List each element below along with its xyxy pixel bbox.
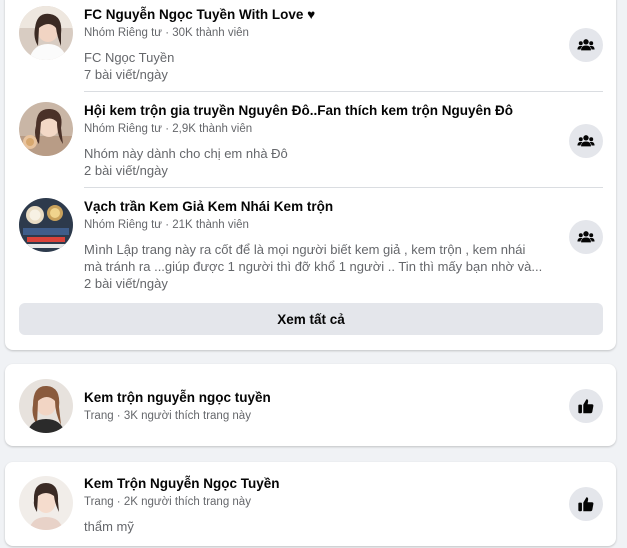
- group-avatar[interactable]: [19, 102, 73, 156]
- groups-results-card: FC Nguyễn Ngọc Tuyền With Love ♥ Nhóm Ri…: [5, 0, 616, 350]
- page-avatar[interactable]: [19, 379, 73, 433]
- divider: [84, 187, 603, 188]
- group-post-rate: 7 bài viết/ngày: [84, 67, 168, 82]
- group-description-line-1: Mình Lập trang này ra cốt để là mọi ngườ…: [84, 242, 526, 257]
- page-result-card: Kem trộn nguyễn ngọc tuyền Trang · 3K ng…: [5, 364, 616, 446]
- page-meta: Trang · 3K người thích trang này: [84, 410, 251, 422]
- divider: [84, 91, 603, 92]
- group-title[interactable]: FC Nguyễn Ngọc Tuyền With Love ♥: [84, 7, 315, 22]
- group-avatar[interactable]: [19, 198, 73, 252]
- group-title[interactable]: Vạch trần Kem Giả Kem Nhái Kem trộn: [84, 199, 333, 214]
- group-meta: Nhóm Riêng tư · 21K thành viên: [84, 219, 249, 231]
- group-result-item[interactable]: FC Nguyễn Ngọc Tuyền With Love ♥ Nhóm Ri…: [19, 0, 603, 84]
- group-meta: Nhóm Riêng tư · 2,9K thành viên: [84, 123, 253, 135]
- page-title[interactable]: Kem trộn nguyễn ngọc tuyền: [84, 390, 271, 405]
- thumbs-up-icon: [578, 399, 594, 414]
- group-title[interactable]: Hội kem trộn gia truyền Nguyên Đô..Fan t…: [84, 103, 513, 118]
- like-page-button[interactable]: [569, 389, 603, 423]
- join-group-button[interactable]: [569, 28, 603, 62]
- group-avatar[interactable]: [19, 6, 73, 60]
- page-result-item[interactable]: Kem Trộn Nguyễn Ngọc Tuyền Trang · 2K ng…: [19, 474, 603, 538]
- group-description: Nhóm này dành cho chị em nhà Đô: [84, 146, 288, 161]
- page-category: thẩm mỹ: [84, 519, 134, 534]
- see-all-button[interactable]: Xem tất cả: [19, 303, 603, 335]
- group-icon: [577, 135, 595, 147]
- group-description: FC Ngọc Tuyền: [84, 50, 175, 65]
- like-page-button[interactable]: [569, 487, 603, 521]
- join-group-button[interactable]: [569, 124, 603, 158]
- group-meta: Nhóm Riêng tư · 30K thành viên: [84, 27, 249, 39]
- group-result-item[interactable]: Hội kem trộn gia truyền Nguyên Đô..Fan t…: [19, 96, 603, 186]
- group-post-rate: 2 bài viết/ngày: [84, 163, 168, 178]
- page-result-item[interactable]: Kem trộn nguyễn ngọc tuyền Trang · 3K ng…: [19, 378, 603, 434]
- group-description-line-2: mà tránh ra ...giúp được 1 người thì đỡ …: [84, 259, 543, 274]
- group-icon: [577, 231, 595, 243]
- page-result-card: Kem Trộn Nguyễn Ngọc Tuyền Trang · 2K ng…: [5, 462, 616, 546]
- thumbs-up-icon: [578, 497, 594, 512]
- page-avatar[interactable]: [19, 476, 73, 530]
- group-post-rate: 2 bài viết/ngày: [84, 276, 168, 291]
- group-result-item[interactable]: Vạch trần Kem Giả Kem Nhái Kem trộn Nhóm…: [19, 192, 603, 296]
- group-icon: [577, 39, 595, 51]
- join-group-button[interactable]: [569, 220, 603, 254]
- page-meta: Trang · 2K người thích trang này: [84, 496, 251, 508]
- page-title[interactable]: Kem Trộn Nguyễn Ngọc Tuyền: [84, 476, 280, 491]
